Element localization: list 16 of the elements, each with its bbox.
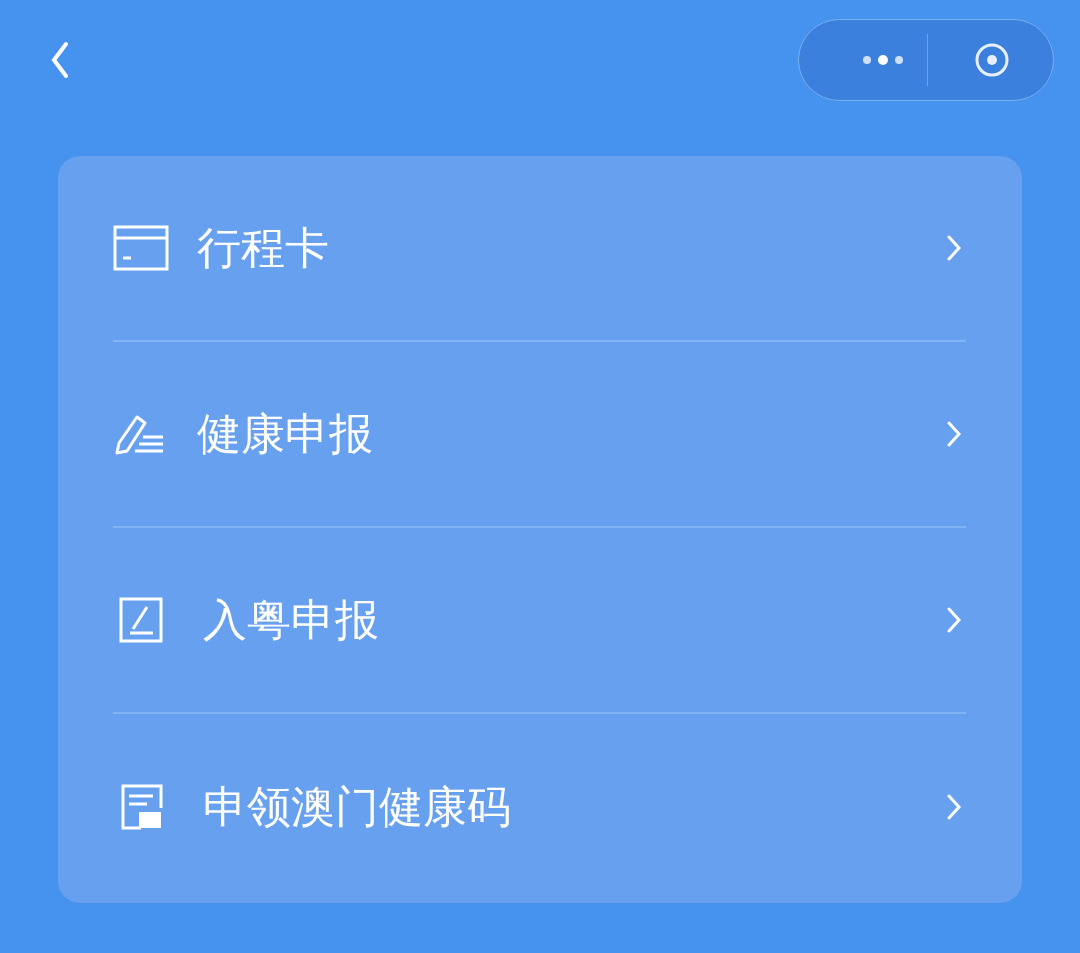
chevron-icon [946,234,962,262]
chevron-icon [946,606,962,634]
chevron-icon [946,420,962,448]
menu-item[interactable]: 健康申报 [113,342,966,528]
menu-label: 申领澳门健康码 [203,779,512,834]
back-icon[interactable] [50,40,70,80]
chevron-icon [946,793,962,821]
menu-item[interactable]: 申领澳门健康码 [113,714,966,900]
edit-box-icon [119,597,165,643]
document-icon [119,784,165,830]
menu-label: 入粤申报 [203,592,380,647]
menu-label: 健康申报 [197,406,374,461]
card-icon [113,225,169,271]
menu-label: 行程卡 [197,220,330,275]
menu-item[interactable]: 行程卡 [113,156,966,342]
menu-item[interactable]: 入粤申报 [113,528,966,714]
